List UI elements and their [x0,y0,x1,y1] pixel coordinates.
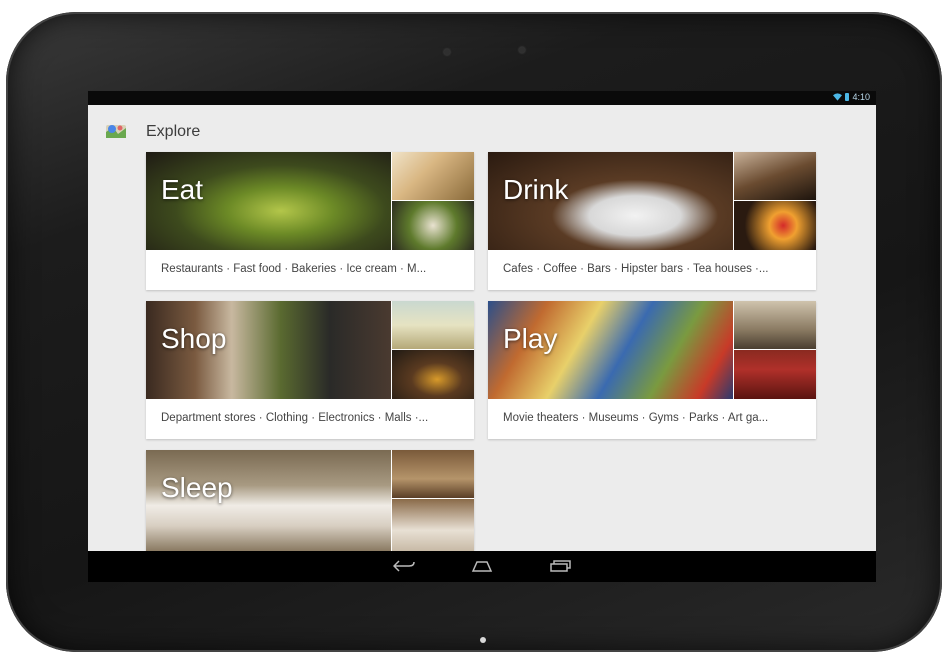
drink-side-photo [734,152,816,200]
card-images[interactable]: Eat [146,152,474,250]
status-bar: 4:10 [88,91,876,105]
sleep-side-photo [392,450,474,498]
shop-side-photo [392,350,474,399]
back-button[interactable] [390,557,418,575]
category-links[interactable]: Department stores · Clothing · Electroni… [161,412,466,424]
back-icon [393,560,415,572]
card-images[interactable]: Shop [146,301,474,399]
home-icon [471,561,493,572]
category-title: Sleep [161,472,233,503]
recent-apps-icon [550,560,571,572]
status-clock: 4:10 [852,92,870,102]
recent-apps-button[interactable] [546,557,574,575]
wifi-icon [833,93,843,101]
category-links[interactable]: Cafes · Coffee · Bars · Hipster bars · T… [503,263,808,275]
page-title: Explore [146,123,201,140]
drink-side-photo [734,201,816,250]
front-camera [444,49,450,55]
home-button[interactable] [468,557,496,575]
action-bar: Explore [88,105,876,149]
card-images[interactable]: Sleep [146,450,474,551]
category-title: Drink [503,174,569,205]
screen: 4:10 Explore Eat Restaurants · Fast food… [88,91,876,582]
battery-icon [845,93,850,101]
explore-app: Explore Eat Restaurants · Fast food · Ba… [88,105,876,551]
shop-side-photo [392,301,474,349]
category-card-play[interactable]: Play Movie theaters · Museums · Gyms · P… [488,301,816,439]
category-title: Play [503,323,558,354]
navigation-bar [88,551,876,582]
notification-led [480,637,486,643]
category-title: Shop [161,323,227,354]
category-links[interactable]: Restaurants · Fast food · Bakeries · Ice… [161,263,466,275]
sleep-side-photo [392,499,474,551]
card-images[interactable]: Play [488,301,816,399]
light-sensor [519,47,525,53]
category-links[interactable]: Movie theaters · Museums · Gyms · Parks … [503,412,808,424]
category-card-drink[interactable]: Drink Cafes · Coffee · Bars · Hipster ba… [488,152,816,290]
category-card-eat[interactable]: Eat Restaurants · Fast food · Bakeries ·… [146,152,474,290]
eat-side-photo [392,201,474,250]
play-side-photo [734,301,816,349]
card-images[interactable]: Drink [488,152,816,250]
category-card-shop[interactable]: Shop Department stores · Clothing · Elec… [146,301,474,439]
eat-side-photo [392,152,474,200]
explore-map-icon[interactable] [104,122,128,140]
category-title: Eat [161,174,204,205]
category-card-sleep[interactable]: Sleep [146,450,474,551]
play-side-photo [734,350,816,399]
